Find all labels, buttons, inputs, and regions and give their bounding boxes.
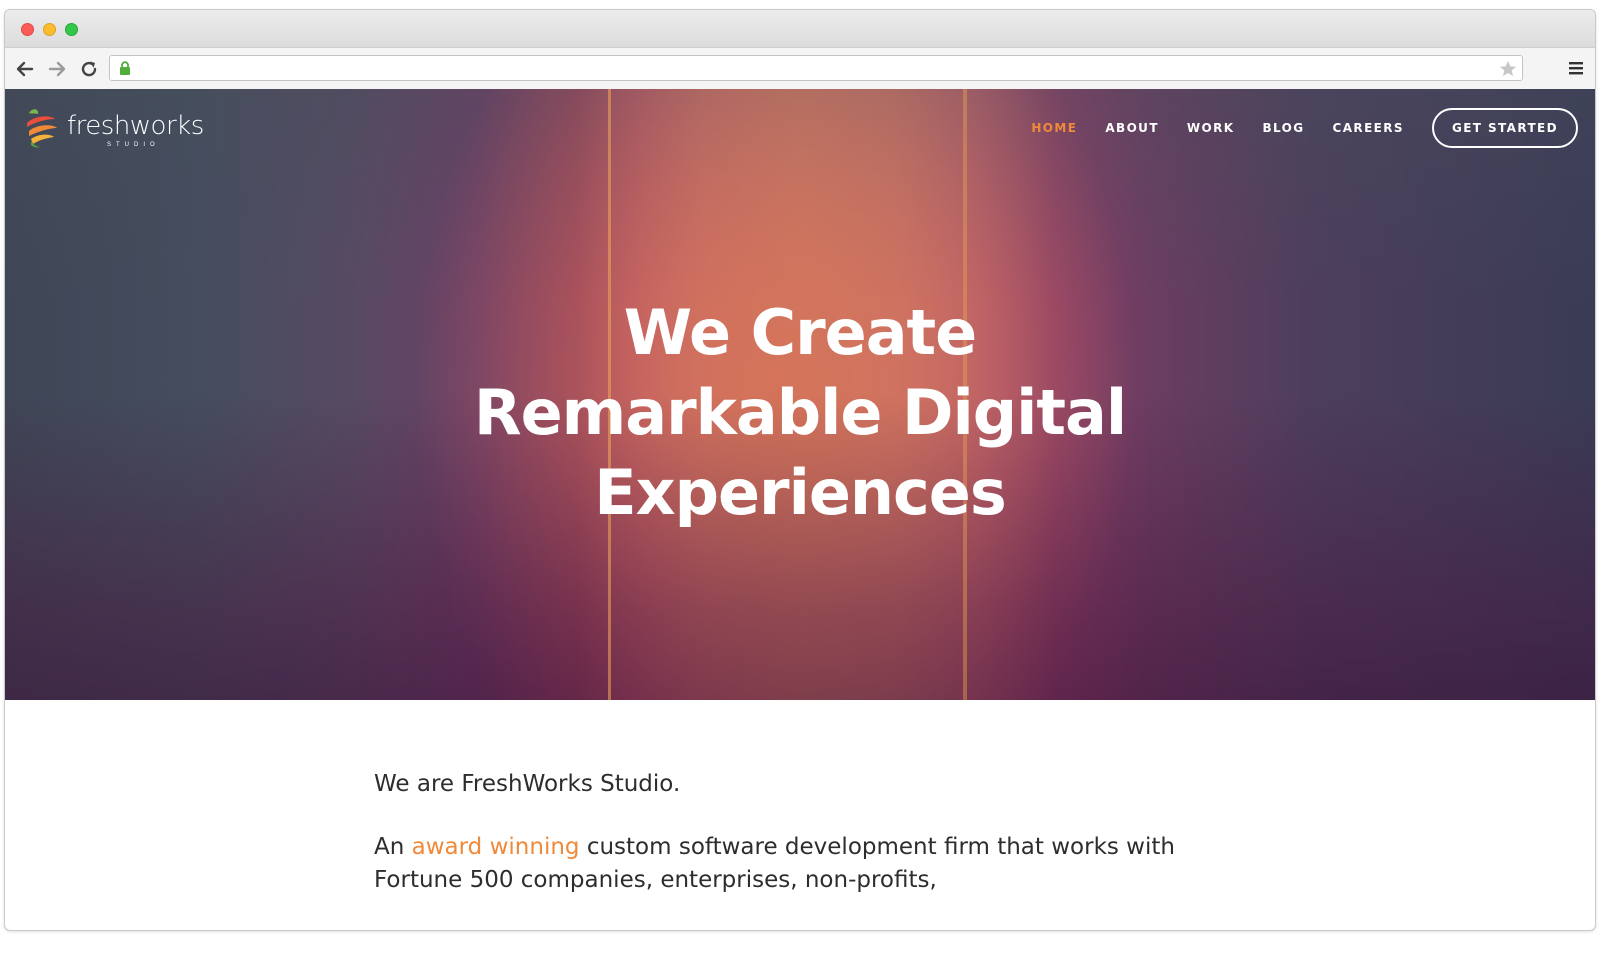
close-window-button[interactable] xyxy=(21,23,34,36)
site-logo[interactable]: freshworks STUDIO xyxy=(21,105,204,151)
lock-icon xyxy=(120,61,130,75)
nav-work[interactable]: WORK xyxy=(1187,121,1235,135)
maximize-window-button[interactable] xyxy=(65,23,78,36)
nav-blog[interactable]: BLOG xyxy=(1263,121,1305,135)
back-button[interactable] xyxy=(13,57,37,81)
arrow-right-icon xyxy=(48,61,66,77)
url-input[interactable] xyxy=(140,58,1484,80)
minimize-window-button[interactable] xyxy=(43,23,56,36)
nav-home[interactable]: HOME xyxy=(1031,121,1077,135)
award-winning-link[interactable]: award winning xyxy=(412,834,580,860)
headline-line: Experiences xyxy=(594,456,1007,529)
hero-headline: We Create Remarkable Digital Experiences xyxy=(5,293,1595,533)
logo-wordmark: freshworks xyxy=(67,111,204,141)
hero-section: freshworks STUDIO HOME ABOUT WORK BLOG C… xyxy=(5,89,1595,700)
browser-toolbar xyxy=(5,48,1595,90)
nav-careers[interactable]: CAREERS xyxy=(1333,121,1404,135)
freshworks-logo-icon xyxy=(27,109,57,148)
intro-heading: We are FreshWorks Studio. xyxy=(374,771,681,797)
star-icon[interactable] xyxy=(1498,59,1518,79)
logo-subtitle: STUDIO xyxy=(107,142,160,148)
get-started-button[interactable]: GET STARTED xyxy=(1431,108,1578,148)
main-nav: HOME ABOUT WORK BLOG CAREERS GET STARTED xyxy=(1003,108,1578,148)
address-bar[interactable] xyxy=(109,55,1523,81)
hamburger-icon[interactable] xyxy=(1567,59,1585,77)
paragraph-text: An xyxy=(374,834,412,860)
reload-icon xyxy=(81,61,97,77)
title-bar xyxy=(5,10,1595,48)
reload-button[interactable] xyxy=(77,57,101,81)
headline-line: Remarkable Digital xyxy=(473,376,1127,449)
intro-section: We are FreshWorks Studio. An award winni… xyxy=(374,771,1194,897)
intro-paragraph: An award winning custom software develop… xyxy=(374,831,1194,897)
forward-button[interactable] xyxy=(45,57,69,81)
nav-about[interactable]: ABOUT xyxy=(1105,121,1159,135)
arrow-left-icon xyxy=(16,61,34,77)
headline-line: We Create xyxy=(623,296,977,369)
